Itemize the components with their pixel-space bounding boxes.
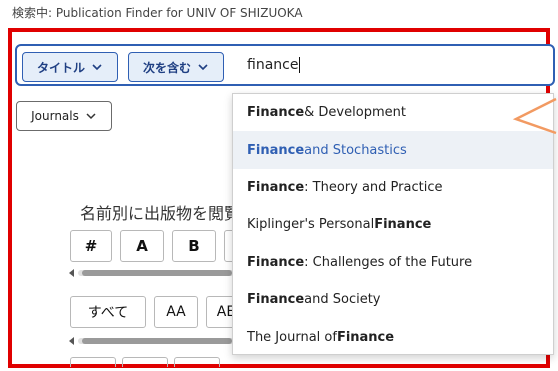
suggestion-item[interactable]: Kiplinger's Personal Finance [233,206,553,243]
operator-select-label: 次を含む [142,60,191,75]
browse-heading: 名前別に出版物を閲覧 [80,204,241,223]
autocomplete-dropdown: Finance & Development Finance and Stochas… [232,93,554,355]
horizontal-scrollbar-thumb[interactable] [82,270,232,276]
suggestion-rest-text: The Journal of [247,329,337,345]
suggestion-item[interactable]: Finance and Society [233,281,553,318]
search-input[interactable]: finance [247,57,301,73]
suggestion-rest-text: : Theory and Practice [304,179,443,195]
browse-key-aa[interactable]: AA [154,296,198,328]
suggestion-item[interactable]: Finance : Challenges of the Future [233,244,553,281]
suggestion-rest-text: and Stochastics [304,142,407,158]
suggestion-match-text: Finance [247,179,305,195]
suggestion-item[interactable]: Finance and Stochastics [233,131,553,169]
scrollbar-left-arrow-icon[interactable] [69,337,74,345]
scrollbar-left-arrow-icon[interactable] [69,269,74,277]
chevron-down-icon [86,113,96,120]
suggestion-rest-text: Kiplinger's Personal [247,217,375,233]
chevron-down-icon [198,64,208,71]
field-select-button[interactable]: タイトル [22,52,118,82]
search-input-value: finance [247,57,299,73]
suggestion-list: Finance & Development Finance and Stochas… [233,94,553,356]
suggestion-match-text: Finance [247,292,305,308]
suggestion-item[interactable]: Finance & Development [233,94,553,131]
browse-key-all[interactable]: すべて [70,296,146,328]
horizontal-scrollbar-thumb[interactable] [82,338,232,344]
annotation-arrow-icon [512,97,557,135]
journals-filter-label: Journals [31,109,79,123]
suggestion-match-text: Finance [247,105,305,121]
suggestion-match-text: Finance [247,142,305,158]
suggestion-rest-text: : Challenges of the Future [304,254,473,270]
operator-select-button[interactable]: 次を含む [128,52,224,82]
chevron-down-icon [92,64,102,71]
browse-key-b[interactable]: B [172,230,216,262]
suggestion-item[interactable]: The Journal of Finance [233,318,553,355]
suggestion-rest-text: & Development [304,105,406,121]
suggestion-match-text: Finance [336,329,395,345]
text-caret [299,57,301,73]
suggestion-item[interactable]: Finance: Theory and Practice [233,169,553,206]
row3-keys-partial [70,357,240,367]
suggestion-match-text: Finance [247,254,305,270]
journals-filter-button[interactable]: Journals [16,101,112,131]
field-select-label: タイトル [36,60,85,75]
search-scope-caption: 検索中: Publication Finder for UNIV OF SHIZ… [12,6,303,20]
browse-key-a[interactable]: A [120,230,164,262]
suggestion-rest-text: and Society [304,292,381,308]
browse-key-hash[interactable]: # [70,230,112,262]
suggestion-match-text: Finance [374,217,432,233]
